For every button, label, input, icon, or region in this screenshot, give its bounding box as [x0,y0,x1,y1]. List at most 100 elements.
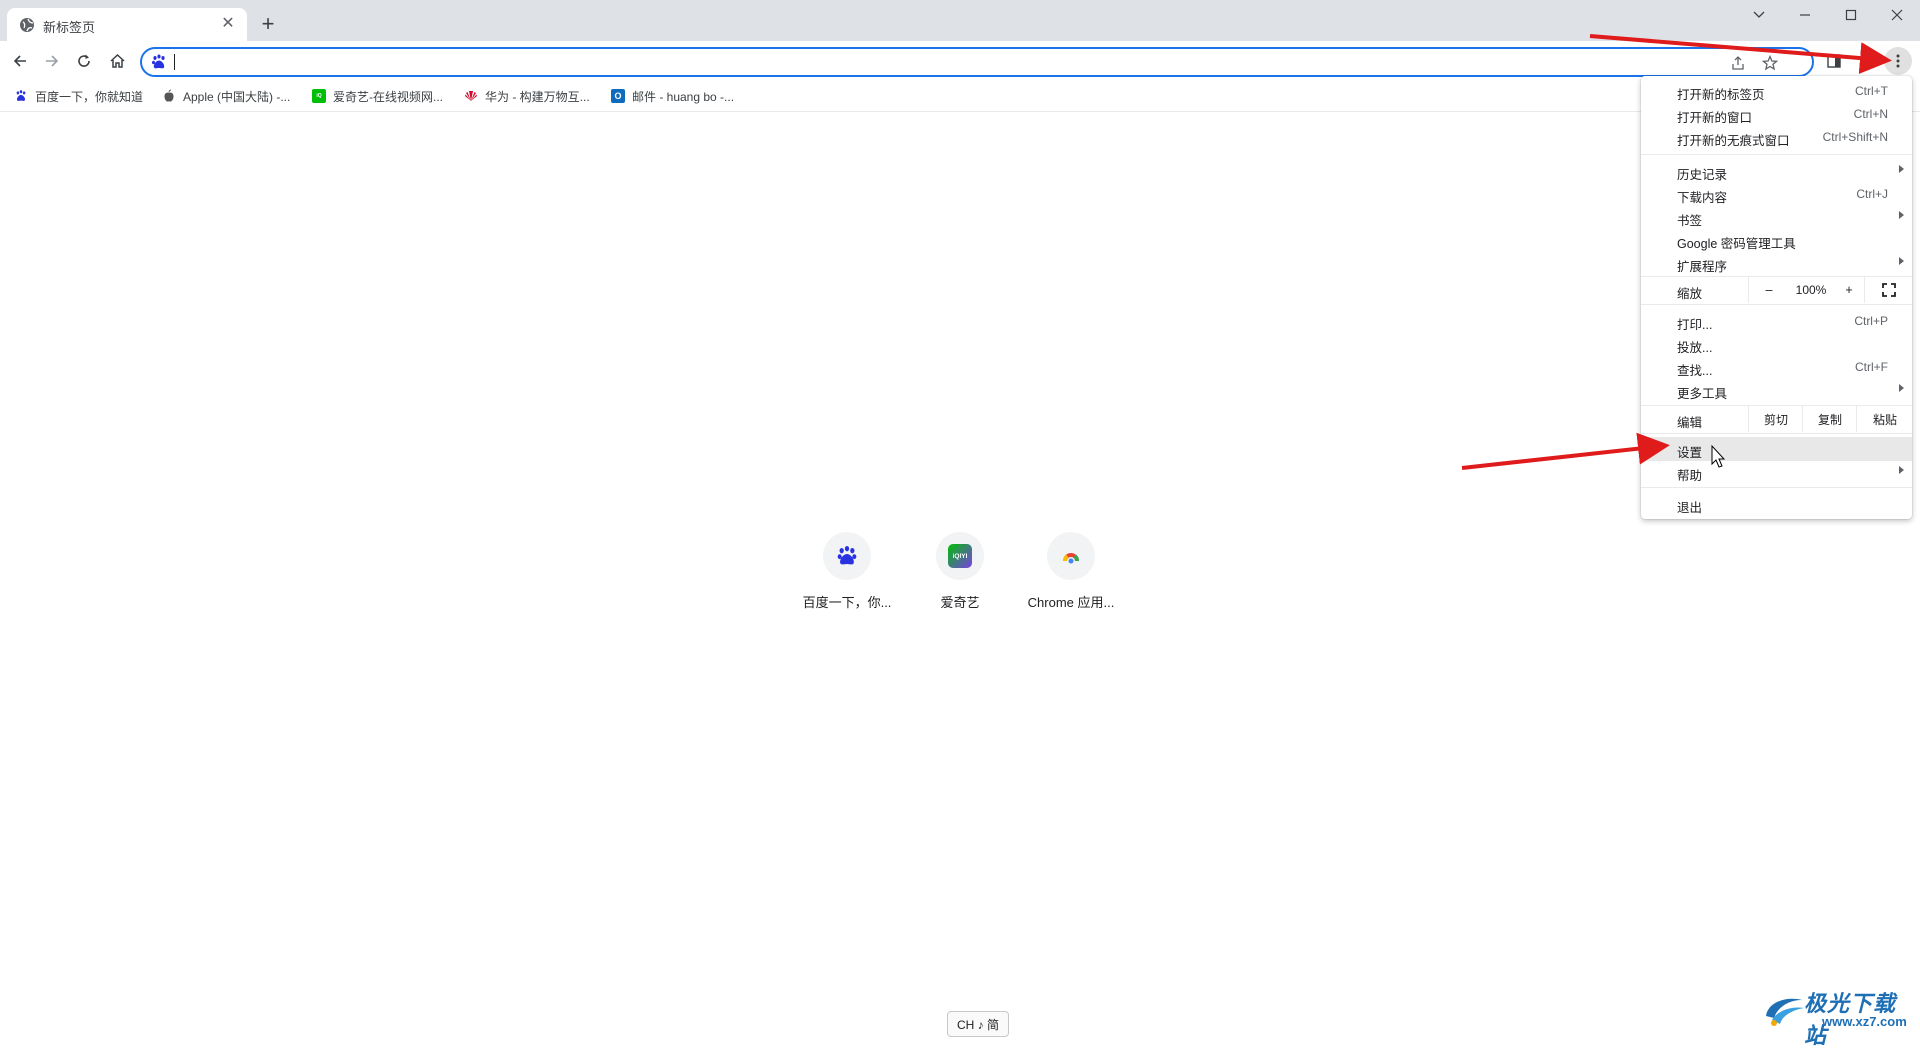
bookmarks-bar: 百度一下，你就知道 Apple (中国大陆) -... iQ 爱奇艺-在线视频网… [0,80,1920,112]
menu-item-shortcut: Ctrl+J [1856,187,1888,201]
shortcut-label: 百度一下，你... [802,595,892,610]
menu-item-label: 下载内容 [1677,191,1728,205]
zoom-row: 缩放 – 100% + [1641,277,1912,303]
tab-strip: 新标签页 ✕ + [0,0,1920,41]
menu-item-label: 打开新的标签页 [1677,88,1765,102]
submenu-arrow-icon [1899,466,1904,474]
bookmark-label: 百度一下，你就知道 [35,89,144,104]
zoom-out-button[interactable]: – [1748,277,1789,303]
maximize-icon[interactable] [1828,0,1874,30]
tab-search-icon[interactable] [1736,0,1782,30]
fullscreen-icon[interactable] [1864,277,1913,303]
chrome-menu-icon[interactable] [1884,47,1912,75]
shortcut-icon-circle: iQIYI [936,532,984,580]
watermark: 极光下载站 www.xz7.com [1762,986,1912,1048]
share-icon[interactable] [1728,53,1748,73]
text-caret [174,54,175,70]
menu-item-extensions[interactable]: 扩展程序 [1641,252,1912,274]
apple-icon [164,89,174,102]
shortcut-tile-chrome-apps[interactable]: Chrome 应用... [1015,532,1127,622]
menu-item-print[interactable]: 打印... Ctrl+P [1641,310,1912,332]
annotation-overlay [1461,34,1892,470]
tab-title: 新标签页 [43,20,96,35]
active-tab[interactable]: 新标签页 ✕ [7,8,247,41]
menu-item-label: 查找... [1677,364,1713,378]
window-close-icon[interactable] [1874,0,1920,30]
menu-item-label: 扩展程序 [1677,260,1728,274]
menu-item-password-manager[interactable]: Google 密码管理工具 [1641,229,1912,251]
menu-item-label: Google 密码管理工具 [1677,237,1796,251]
cut-button[interactable]: 剪切 [1748,406,1803,432]
menu-item-label: 设置 [1677,446,1703,460]
globe-icon [20,18,34,32]
bookmark-label: 华为 - 构建万物互... [485,89,590,104]
menu-item-shortcut: Ctrl+T [1855,84,1888,98]
menu-item-cast[interactable]: 投放... [1641,333,1912,355]
menu-item-label: 退出 [1677,501,1703,515]
new-tab-button[interactable]: + [256,13,280,37]
toolbar [0,41,1920,80]
ime-indicator[interactable]: CH ♪ 简 [947,1011,1009,1037]
submenu-arrow-icon [1899,257,1904,265]
iqiyi-icon: iQIYI [948,544,972,568]
shortcut-icon-circle [823,532,871,580]
minimize-icon[interactable] [1782,0,1828,30]
menu-divider [1641,304,1912,305]
menu-item-more-tools[interactable]: 更多工具 [1641,379,1912,401]
bookmark-outlook[interactable]: O 邮件 - huang bo -... [611,86,734,106]
bookmark-iqiyi[interactable]: iQ 爱奇艺-在线视频网... [312,86,443,106]
watermark-url: www.xz7.com [1822,1014,1907,1029]
bookmark-huawei[interactable]: 华为 - 构建万物互... [464,86,590,106]
menu-item-label: 帮助 [1677,469,1703,483]
back-icon[interactable] [6,47,34,75]
menu-item-settings[interactable]: 设置 [1641,438,1912,460]
bookmark-apple[interactable]: Apple (中国大陆) -... [162,86,290,106]
menu-divider [1641,433,1912,434]
menu-item-find[interactable]: 查找... Ctrl+F [1641,356,1912,378]
reload-icon[interactable] [70,47,98,75]
zoom-level: 100% [1795,283,1827,297]
annotation-arrow-settings [1461,432,1670,470]
menu-item-history[interactable]: 历史记录 [1641,160,1912,182]
zoom-in-button[interactable]: + [1834,277,1864,303]
address-bar[interactable] [140,47,1814,77]
menu-item-shortcut: Ctrl+N [1853,107,1888,121]
watermark-logo-icon [1766,998,1804,1026]
baidu-icon [837,546,857,565]
menu-item-new-tab[interactable]: 打开新的标签页 Ctrl+T [1641,80,1912,102]
edit-row: 编辑 剪切 复制 粘贴 [1641,406,1912,432]
bookmark-star-icon[interactable] [1760,53,1780,73]
menu-item-bookmarks[interactable]: 书签 [1641,206,1912,228]
tab-close-icon[interactable]: ✕ [217,13,239,35]
shortcut-tile-iqiyi[interactable]: iQIYI 爱奇艺 [904,532,1016,622]
menu-item-label: 更多工具 [1677,387,1728,401]
copy-button[interactable]: 复制 [1802,406,1857,432]
home-icon[interactable] [103,47,131,75]
menu-item-help[interactable]: 帮助 [1641,461,1912,483]
chrome-menu: 打开新的标签页 Ctrl+T 打开新的窗口 Ctrl+N 打开新的无痕式窗口 C… [1641,76,1912,519]
chrome-apps-icon [1062,553,1080,564]
submenu-arrow-icon [1899,211,1904,219]
menu-divider [1641,487,1912,488]
shortcut-icon-circle [1047,532,1095,580]
baidu-icon [16,90,26,101]
shortcut-tile-baidu[interactable]: 百度一下，你... [791,532,903,622]
menu-item-incognito[interactable]: 打开新的无痕式窗口 Ctrl+Shift+N [1641,126,1912,148]
menu-item-new-window[interactable]: 打开新的窗口 Ctrl+N [1641,103,1912,125]
menu-item-label: 投放... [1677,341,1713,355]
menu-item-shortcut: Ctrl+Shift+N [1822,130,1888,144]
side-panel-icon[interactable] [1820,47,1848,75]
paste-button[interactable]: 粘贴 [1856,406,1913,432]
iqiyi-icon: iQ [312,89,326,103]
edit-label: 编辑 [1677,416,1703,430]
menu-item-exit[interactable]: 退出 [1641,493,1912,515]
bookmark-baidu[interactable]: 百度一下，你就知道 [14,86,143,106]
menu-item-label: 打开新的无痕式窗口 [1677,134,1790,148]
outlook-icon: O [611,89,625,103]
profile-avatar-icon[interactable] [1852,47,1880,75]
forward-icon[interactable] [38,47,66,75]
menu-item-label: 打印... [1677,318,1713,332]
shortcut-label: 爱奇艺 [940,595,980,610]
bookmark-label: 邮件 - huang bo -... [632,89,735,104]
menu-item-downloads[interactable]: 下载内容 Ctrl+J [1641,183,1912,205]
